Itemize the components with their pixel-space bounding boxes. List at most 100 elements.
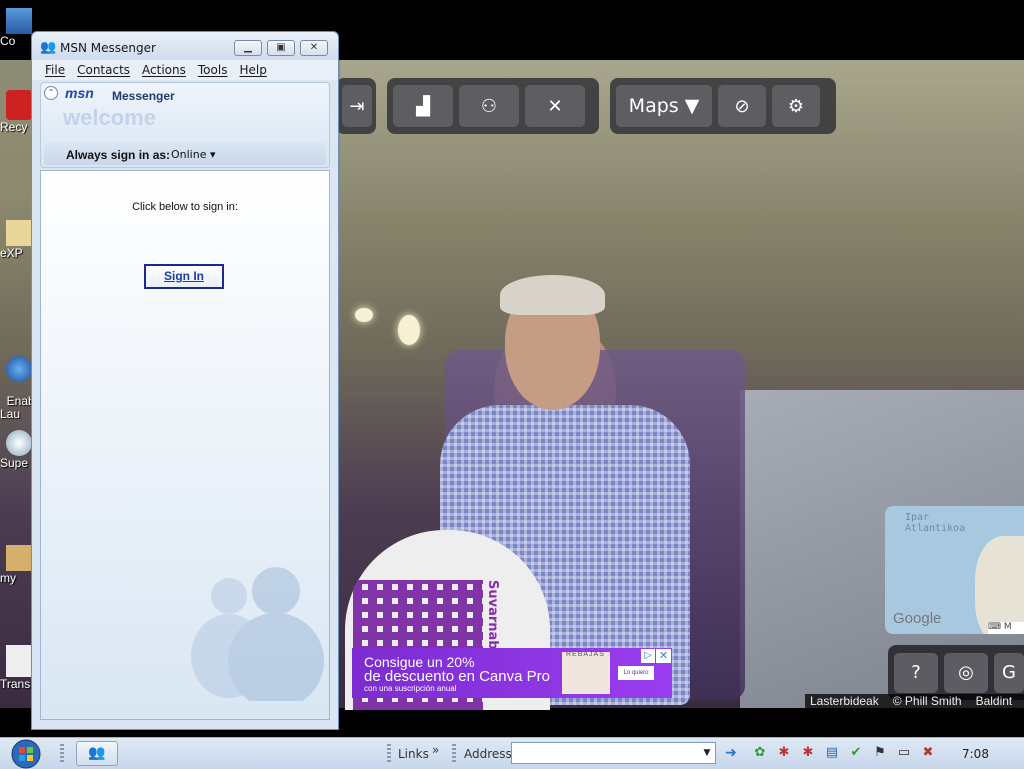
- taskbar: 👥 Links » Address ▼ ➜ ✿ ✱ ✱ ▤ ✔ ⚑ ▭ ✖ 7:…: [0, 737, 1024, 769]
- msn-logo: msn: [65, 85, 94, 101]
- menu-tools[interactable]: Tools: [198, 63, 228, 77]
- compass-icon[interactable]: ◎: [944, 652, 988, 693]
- qr-card-text: Suvarnab: [485, 580, 500, 650]
- clock[interactable]: 7:08: [962, 747, 989, 761]
- network-icon[interactable]: ✿: [752, 745, 768, 761]
- minimap-land: [975, 536, 1024, 634]
- help-button[interactable]: ?: [894, 652, 938, 693]
- desktop-icon-label: Trans: [0, 677, 31, 691]
- desktop-icon-super[interactable]: Supe: [0, 430, 34, 470]
- gear-icon[interactable]: ⚙: [772, 85, 820, 127]
- ad-line-3: con una suscripción anual: [364, 684, 457, 693]
- desktop-icon-my[interactable]: my: [0, 545, 34, 585]
- guess-button[interactable]: G: [994, 652, 1024, 693]
- desktop-icon-enable[interactable]: Enab Lau: [0, 330, 34, 421]
- chevron-down-icon: ▾: [209, 148, 216, 161]
- folder-icon: [6, 220, 32, 246]
- collapse-icon[interactable]: ⌃: [44, 86, 58, 100]
- desktop-icon-label: Enab Lau: [0, 394, 34, 421]
- msn-buddies-watermark-icon: [191, 567, 324, 701]
- address-input[interactable]: [511, 742, 716, 764]
- msn-messenger-window[interactable]: 👥 MSN Messenger ▁ ▣ ✕ File Contacts Acti…: [31, 31, 339, 730]
- desktop-icon-trans[interactable]: Trans: [0, 645, 34, 691]
- msn-buddy-icon: 👥: [88, 745, 106, 761]
- keyboard-icon[interactable]: ⌨ M: [988, 622, 1024, 634]
- taskbar-msn-button[interactable]: 👥: [76, 741, 118, 766]
- desktop-icon-label: Recy: [0, 120, 28, 134]
- menu-contacts[interactable]: Contacts: [77, 63, 130, 77]
- credit-shortcuts[interactable]: Lasterbideak: [810, 694, 879, 710]
- start-button[interactable]: [6, 739, 46, 769]
- maps-dropdown-button[interactable]: Maps ▼: [616, 85, 712, 127]
- menu-help[interactable]: Help: [239, 63, 266, 77]
- ad-banner[interactable]: Consigue un 20% de descuento en Canva Pr…: [352, 648, 672, 698]
- cabin-window: [355, 308, 373, 322]
- ad-cta-button[interactable]: Lo quiero: [618, 666, 654, 680]
- go-arrow-icon[interactable]: ➜: [720, 742, 742, 764]
- exit-icon[interactable]: ⇥: [342, 85, 372, 127]
- ad-line-2: de descuento en Canva Pro: [364, 668, 550, 685]
- desktop-icon-label: Supe: [0, 456, 29, 470]
- no-timer-icon[interactable]: ⊘: [718, 85, 766, 127]
- sv-toolbar-group-2: ▟ ⚇ ✕: [387, 78, 599, 134]
- sign-in-panel: Click below to sign in: Sign In: [40, 170, 330, 720]
- desktop-icon-label: Co: [0, 34, 16, 48]
- tray-app-icon[interactable]: ✱: [776, 745, 792, 761]
- ad-brand: REBAJAS: [566, 651, 605, 658]
- menu-bar: File Contacts Actions Tools Help: [32, 60, 338, 80]
- sv-toolbar-group-3: Maps ▼ ⊘ ⚙: [610, 78, 836, 134]
- tray-app-icon[interactable]: ✱: [800, 745, 816, 761]
- flag-icon[interactable]: ⚑: [872, 745, 888, 761]
- sign-in-instructions: Click below to sign in:: [132, 201, 238, 213]
- minimize-button[interactable]: ▁: [234, 40, 262, 56]
- cabin-window: [398, 315, 420, 345]
- toolbar-grip[interactable]: [452, 744, 456, 762]
- always-sign-in-bar: Always sign in as: Online ▾: [44, 143, 326, 165]
- sv-toolbar-group-1: ⇥: [336, 78, 376, 134]
- msn-buddy-icon: 👥: [40, 40, 57, 55]
- display-icon[interactable]: ▭: [896, 745, 912, 761]
- minimap-ocean-label: Ipar Atlantikoa: [905, 512, 966, 534]
- address-toolbar-label: Address: [464, 747, 512, 761]
- chevron-down-icon[interactable]: ▼: [700, 743, 714, 763]
- document-icon: [6, 645, 32, 677]
- recycle-bin-icon: [6, 90, 32, 120]
- sign-in-button[interactable]: Sign In: [144, 264, 224, 289]
- toolbar-grip[interactable]: [387, 744, 391, 762]
- menu-actions[interactable]: Actions: [142, 63, 186, 77]
- ad-close-icon[interactable]: ✕: [656, 649, 671, 663]
- title-bar[interactable]: 👥 MSN Messenger ▁ ▣ ✕: [32, 32, 338, 60]
- crossed-swords-icon[interactable]: ✕: [525, 85, 585, 127]
- security-check-icon[interactable]: ✔: [848, 745, 864, 761]
- status-dropdown[interactable]: Online ▾: [171, 148, 216, 161]
- people-icon[interactable]: ⚇: [459, 85, 519, 127]
- always-sign-in-label: Always sign in as:: [66, 148, 171, 162]
- credit-terms[interactable]: Baldint: [976, 694, 1013, 710]
- minimap[interactable]: Ipar Atlantikoa Google ⌨ M: [885, 506, 1024, 634]
- messenger-header: ⌃ msn Messenger welcome Always sign in a…: [40, 82, 330, 168]
- desktop-icon-label: eXP: [0, 246, 23, 260]
- messenger-wordmark: Messenger: [112, 89, 175, 103]
- podium-icon[interactable]: ▟: [393, 85, 453, 127]
- links-toolbar-label[interactable]: Links: [398, 747, 429, 761]
- status-value: Online: [171, 148, 207, 161]
- menu-file[interactable]: File: [45, 63, 65, 77]
- imagery-credits: Lasterbideak © Phill Smith Baldint: [805, 694, 1024, 710]
- close-button[interactable]: ✕: [300, 40, 328, 56]
- volume-muted-icon[interactable]: ✖: [920, 745, 936, 761]
- maximize-button[interactable]: ▣: [267, 40, 295, 56]
- toolbar-grip[interactable]: [60, 744, 64, 762]
- desktop-icon-recycle[interactable]: Recy: [0, 90, 34, 134]
- desktop-icon-exp[interactable]: eXP: [0, 220, 34, 260]
- welcome-heading: welcome: [63, 105, 156, 130]
- window-title: MSN Messenger: [60, 41, 156, 55]
- computer-icon: [6, 8, 32, 34]
- desktop-icon-computer[interactable]: Co: [0, 8, 34, 48]
- credit-author: © Phill Smith: [892, 694, 962, 708]
- chevron-right-icon[interactable]: »: [432, 743, 439, 757]
- google-logo: Google: [893, 610, 942, 627]
- desktop-icon-label: my: [0, 571, 16, 585]
- person-hair: [500, 275, 605, 315]
- document-icon[interactable]: ▤: [824, 745, 840, 761]
- ad-info-icon[interactable]: ▷: [641, 649, 655, 663]
